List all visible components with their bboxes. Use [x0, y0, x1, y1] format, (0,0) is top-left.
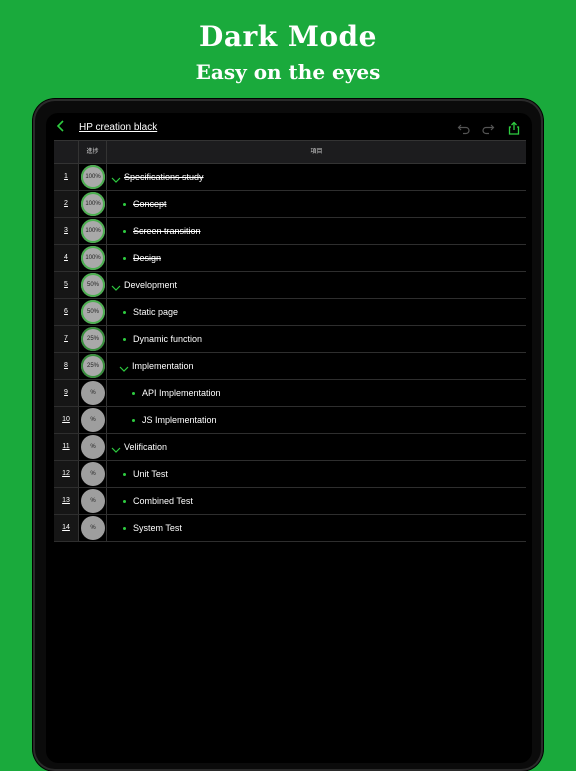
progress-cell: 100% — [79, 164, 107, 190]
header-item: 項目 — [310, 149, 323, 155]
table-body: 1 100% Specifications study 2 100% Concept 3 10… — [54, 164, 526, 542]
row-number[interactable]: 8 — [54, 353, 79, 379]
item-label[interactable]: Development — [124, 272, 177, 298]
item-label[interactable]: Specifications study — [124, 164, 204, 190]
row-number[interactable]: 10 — [54, 407, 79, 433]
table-row[interactable]: 14% System Test — [54, 515, 526, 542]
table-row[interactable]: 11% Velification — [54, 434, 526, 461]
chevron-down-icon[interactable] — [111, 280, 121, 291]
redo-icon[interactable] — [481, 121, 495, 135]
item-label[interactable]: Dynamic function — [133, 326, 202, 352]
progress-badge[interactable]: 100% — [81, 246, 105, 270]
table-row[interactable]: 9% API Implementation — [54, 380, 526, 407]
table-row[interactable]: 6 50% Static page — [54, 299, 526, 326]
progress-cell: 100% — [79, 218, 107, 244]
header-number-column — [54, 141, 79, 163]
item-label[interactable]: Velification — [124, 434, 167, 460]
progress-cell: % — [79, 380, 107, 406]
bullet-icon — [132, 419, 135, 422]
app-screen: HP creation black 進捗 項目 1 100% Specificati… — [46, 113, 532, 763]
progress-cell: 100% — [79, 191, 107, 217]
row-number[interactable]: 13 — [54, 488, 79, 514]
row-number[interactable]: 2 — [54, 191, 79, 217]
table-row[interactable]: 2 100% Concept — [54, 191, 526, 218]
row-number[interactable]: 11 — [54, 434, 79, 460]
row-number[interactable]: 6 — [54, 299, 79, 325]
progress-cell: 100% — [79, 245, 107, 271]
progress-badge[interactable]: 25% — [81, 354, 105, 378]
item-label[interactable]: Concept — [133, 191, 167, 217]
item-label[interactable]: System Test — [133, 515, 182, 541]
item-label[interactable]: Combined Test — [133, 488, 193, 514]
bullet-icon — [132, 392, 135, 395]
back-chevron-icon[interactable] — [56, 119, 70, 135]
task-table: 進捗 項目 1 100% Specifications study 2 100% Conc… — [54, 140, 526, 542]
progress-cell: 25% — [79, 326, 107, 352]
table-row[interactable]: 1 100% Specifications study — [54, 164, 526, 191]
chevron-down-icon[interactable] — [111, 442, 121, 453]
progress-badge[interactable]: 100% — [81, 165, 105, 189]
progress-badge[interactable]: 50% — [81, 300, 105, 324]
bullet-icon — [123, 311, 126, 314]
progress-cell: % — [79, 434, 107, 460]
item-label[interactable]: Unit Test — [133, 461, 168, 487]
bullet-icon — [123, 230, 126, 233]
progress-cell: % — [79, 407, 107, 433]
bullet-icon — [123, 500, 126, 503]
row-number[interactable]: 7 — [54, 326, 79, 352]
bullet-icon — [123, 527, 126, 530]
progress-badge[interactable]: 100% — [81, 192, 105, 216]
item-label[interactable]: Design — [133, 245, 161, 271]
progress-cell: % — [79, 488, 107, 514]
undo-icon[interactable] — [457, 121, 471, 135]
bullet-icon — [123, 203, 126, 206]
progress-cell: % — [79, 461, 107, 487]
progress-badge[interactable]: % — [81, 462, 105, 486]
header-progress: 進捗 — [79, 141, 107, 163]
row-number[interactable]: 1 — [54, 164, 79, 190]
item-label[interactable]: API Implementation — [142, 380, 221, 406]
progress-cell: 50% — [79, 299, 107, 325]
row-number[interactable]: 9 — [54, 380, 79, 406]
row-number[interactable]: 14 — [54, 515, 79, 541]
table-row[interactable]: 13% Combined Test — [54, 488, 526, 515]
progress-badge[interactable]: 25% — [81, 327, 105, 351]
progress-cell: % — [79, 515, 107, 541]
row-number[interactable]: 12 — [54, 461, 79, 487]
item-label[interactable]: Implementation — [132, 353, 194, 379]
bullet-icon — [123, 473, 126, 476]
item-label[interactable]: Screen transition — [133, 218, 201, 244]
table-row[interactable]: 3 100% Screen transition — [54, 218, 526, 245]
item-label[interactable]: JS Implementation — [142, 407, 217, 433]
bullet-icon — [123, 338, 126, 341]
table-row[interactable]: 5 50% Development — [54, 272, 526, 299]
table-row[interactable]: 10% JS Implementation — [54, 407, 526, 434]
toolbar: HP creation black — [46, 113, 532, 141]
document-title[interactable]: HP creation black — [79, 122, 157, 133]
row-number[interactable]: 5 — [54, 272, 79, 298]
table-row[interactable]: 8 25% Implementation — [54, 353, 526, 380]
item-label[interactable]: Static page — [133, 299, 178, 325]
progress-badge[interactable]: % — [81, 408, 105, 432]
chevron-down-icon[interactable] — [111, 172, 121, 183]
progress-badge[interactable]: % — [81, 489, 105, 513]
row-number[interactable]: 3 — [54, 218, 79, 244]
progress-badge[interactable]: 100% — [81, 219, 105, 243]
progress-badge[interactable]: % — [81, 435, 105, 459]
bullet-icon — [123, 257, 126, 260]
share-icon[interactable] — [507, 121, 521, 135]
row-number[interactable]: 4 — [54, 245, 79, 271]
table-row[interactable]: 7 25% Dynamic function — [54, 326, 526, 353]
progress-badge[interactable]: % — [81, 381, 105, 405]
progress-badge[interactable]: 50% — [81, 273, 105, 297]
table-row[interactable]: 12% Unit Test — [54, 461, 526, 488]
progress-cell: 50% — [79, 272, 107, 298]
progress-cell: 25% — [79, 353, 107, 379]
promo-subtitle: Easy on the eyes — [195, 60, 381, 84]
table-header: 進捗 項目 — [54, 140, 526, 164]
promo-title: Dark Mode — [199, 20, 377, 53]
chevron-down-icon[interactable] — [119, 361, 129, 372]
progress-badge[interactable]: % — [81, 516, 105, 540]
table-row[interactable]: 4 100% Design — [54, 245, 526, 272]
